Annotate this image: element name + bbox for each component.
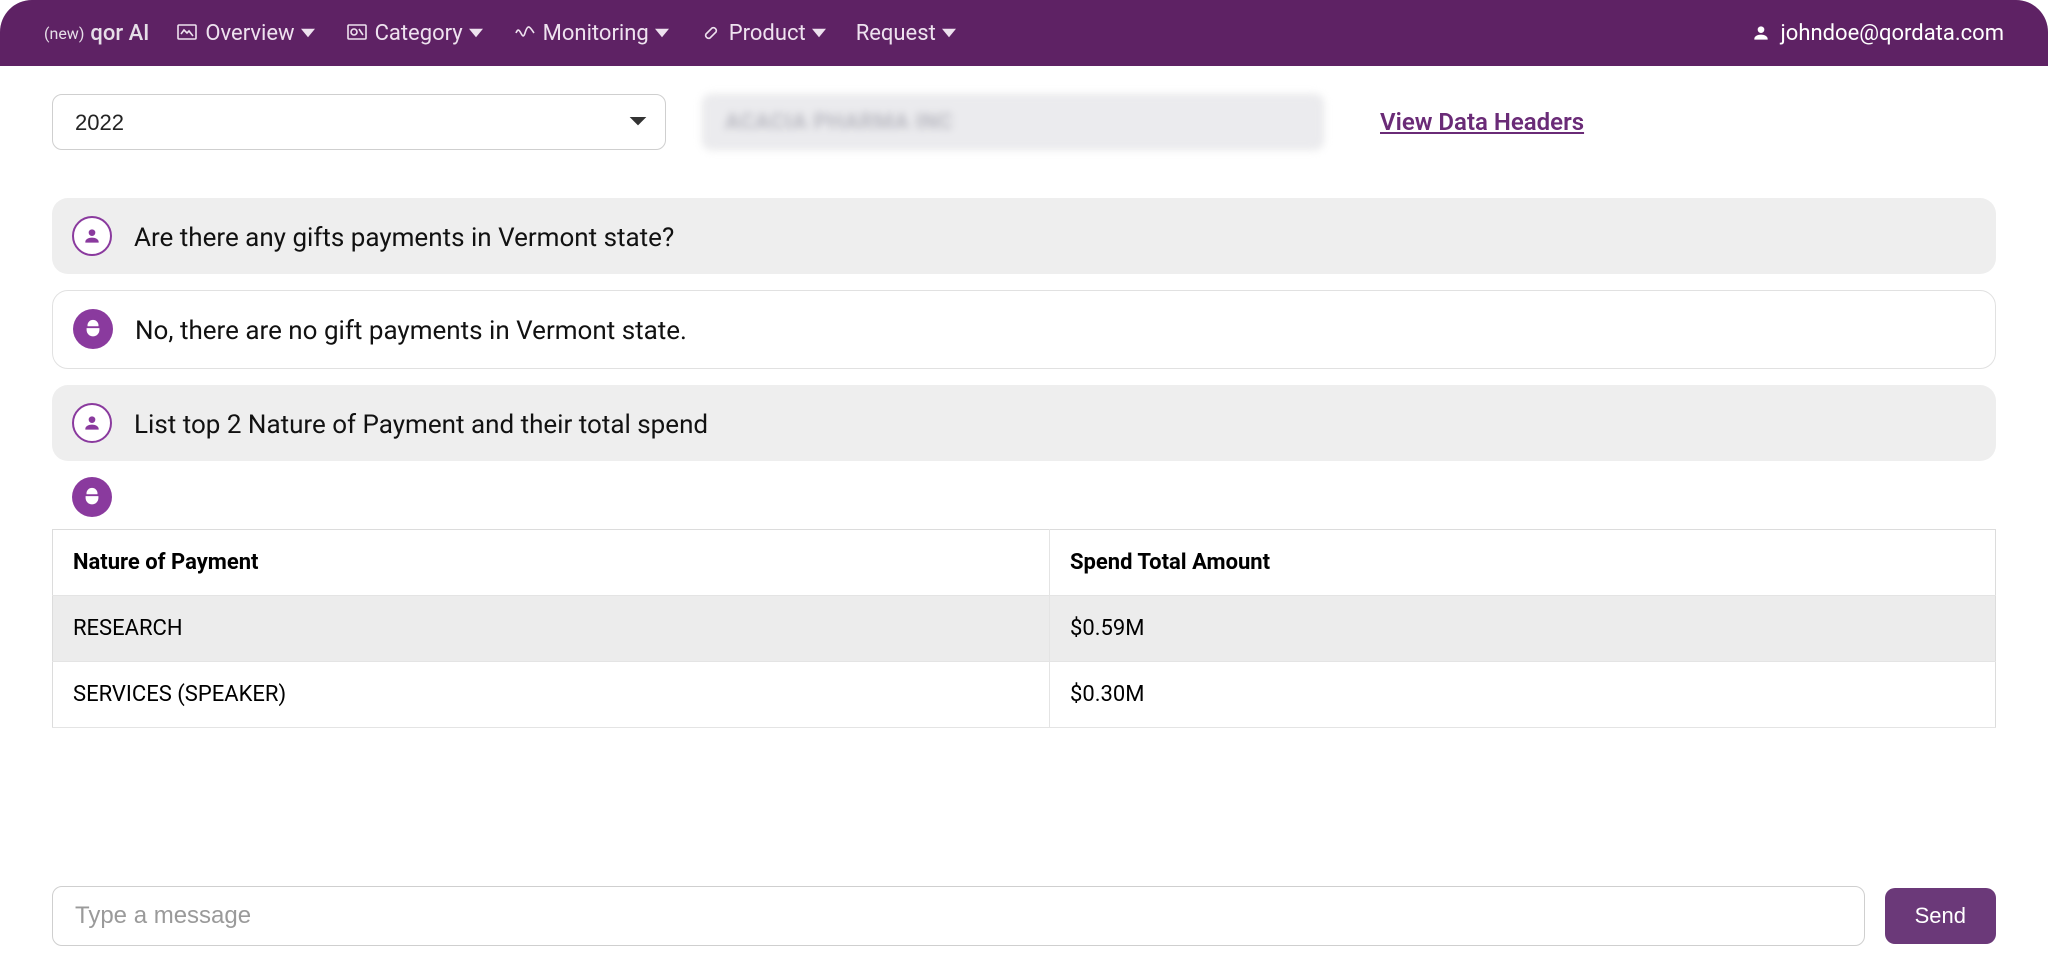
message-input[interactable] xyxy=(52,886,1865,946)
table-row: SERVICES (SPEAKER) $0.30M xyxy=(53,662,1996,728)
person-icon xyxy=(82,226,102,246)
brand[interactable]: (new) qor AI xyxy=(44,21,149,46)
user-icon xyxy=(1751,23,1771,43)
chat-user-message: List top 2 Nature of Payment and their t… xyxy=(52,385,1996,461)
nav-overview[interactable]: Overview xyxy=(171,15,318,52)
user-avatar xyxy=(72,216,112,256)
content: 2022 ACACIA PHARMA INC View Data Headers… xyxy=(0,66,2048,980)
monitoring-icon xyxy=(513,21,537,45)
bot-avatar xyxy=(73,309,113,349)
chat-bot-message: No, there are no gift payments in Vermon… xyxy=(52,290,1996,368)
chat-user-text: List top 2 Nature of Payment and their t… xyxy=(134,403,708,443)
company-blurred-text: ACACIA PHARMA INC xyxy=(725,110,953,135)
results-table: Nature of Payment Spend Total Amount RES… xyxy=(52,529,1996,728)
overview-icon xyxy=(175,21,199,45)
year-select-wrap: 2022 xyxy=(52,94,666,150)
caret-icon xyxy=(812,26,826,40)
nav-category-label: Category xyxy=(375,21,463,46)
caret-icon xyxy=(469,26,483,40)
filters-row: 2022 ACACIA PHARMA INC View Data Headers xyxy=(52,94,1996,150)
cell-nature: RESEARCH xyxy=(53,596,1050,662)
nav-product-label: Product xyxy=(729,21,806,46)
view-data-headers-link[interactable]: View Data Headers xyxy=(1380,108,1584,136)
send-button[interactable]: Send xyxy=(1885,888,1996,944)
cell-amount: $0.59M xyxy=(1049,596,1995,662)
nav-product[interactable]: Product xyxy=(695,15,830,52)
user-avatar xyxy=(72,403,112,443)
chat-user-text: Are there any gifts payments in Vermont … xyxy=(134,216,674,256)
caret-icon xyxy=(942,26,956,40)
nav-monitoring[interactable]: Monitoring xyxy=(509,15,673,52)
product-icon xyxy=(699,21,723,45)
brand-name: qor AI xyxy=(90,21,149,46)
cell-nature: SERVICES (SPEAKER) xyxy=(53,662,1050,728)
brand-prefix: (new) xyxy=(44,24,84,43)
table-header-row: Nature of Payment Spend Total Amount xyxy=(53,530,1996,596)
bot-avatar xyxy=(72,477,112,517)
person-icon xyxy=(82,413,102,433)
chat-user-message: Are there any gifts payments in Vermont … xyxy=(52,198,1996,274)
bot-avatar-standalone xyxy=(72,477,1996,517)
nav-request[interactable]: Request xyxy=(852,15,960,52)
nav-user[interactable]: johndoe@qordata.com xyxy=(1751,21,2004,46)
col-header-nature: Nature of Payment xyxy=(53,530,1050,596)
cell-amount: $0.30M xyxy=(1049,662,1995,728)
nav-left: (new) qor AI Overview Category Monitorin… xyxy=(44,15,960,52)
table-row: RESEARCH $0.59M xyxy=(53,596,1996,662)
navbar: (new) qor AI Overview Category Monitorin… xyxy=(0,0,2048,66)
bot-icon xyxy=(81,486,103,508)
caret-icon xyxy=(655,26,669,40)
nav-request-label: Request xyxy=(856,21,936,46)
year-select[interactable]: 2022 xyxy=(52,94,666,150)
caret-icon xyxy=(301,26,315,40)
chat-bot-text: No, there are no gift payments in Vermon… xyxy=(135,309,687,349)
category-icon xyxy=(345,21,369,45)
nav-monitoring-label: Monitoring xyxy=(543,21,649,46)
composer: Send xyxy=(52,862,1996,980)
company-select-blurred[interactable]: ACACIA PHARMA INC xyxy=(702,94,1324,150)
nav-category[interactable]: Category xyxy=(341,15,487,52)
nav-overview-label: Overview xyxy=(205,21,294,46)
bot-icon xyxy=(82,318,104,340)
user-email: johndoe@qordata.com xyxy=(1781,21,2004,46)
col-header-amount: Spend Total Amount xyxy=(1049,530,1995,596)
